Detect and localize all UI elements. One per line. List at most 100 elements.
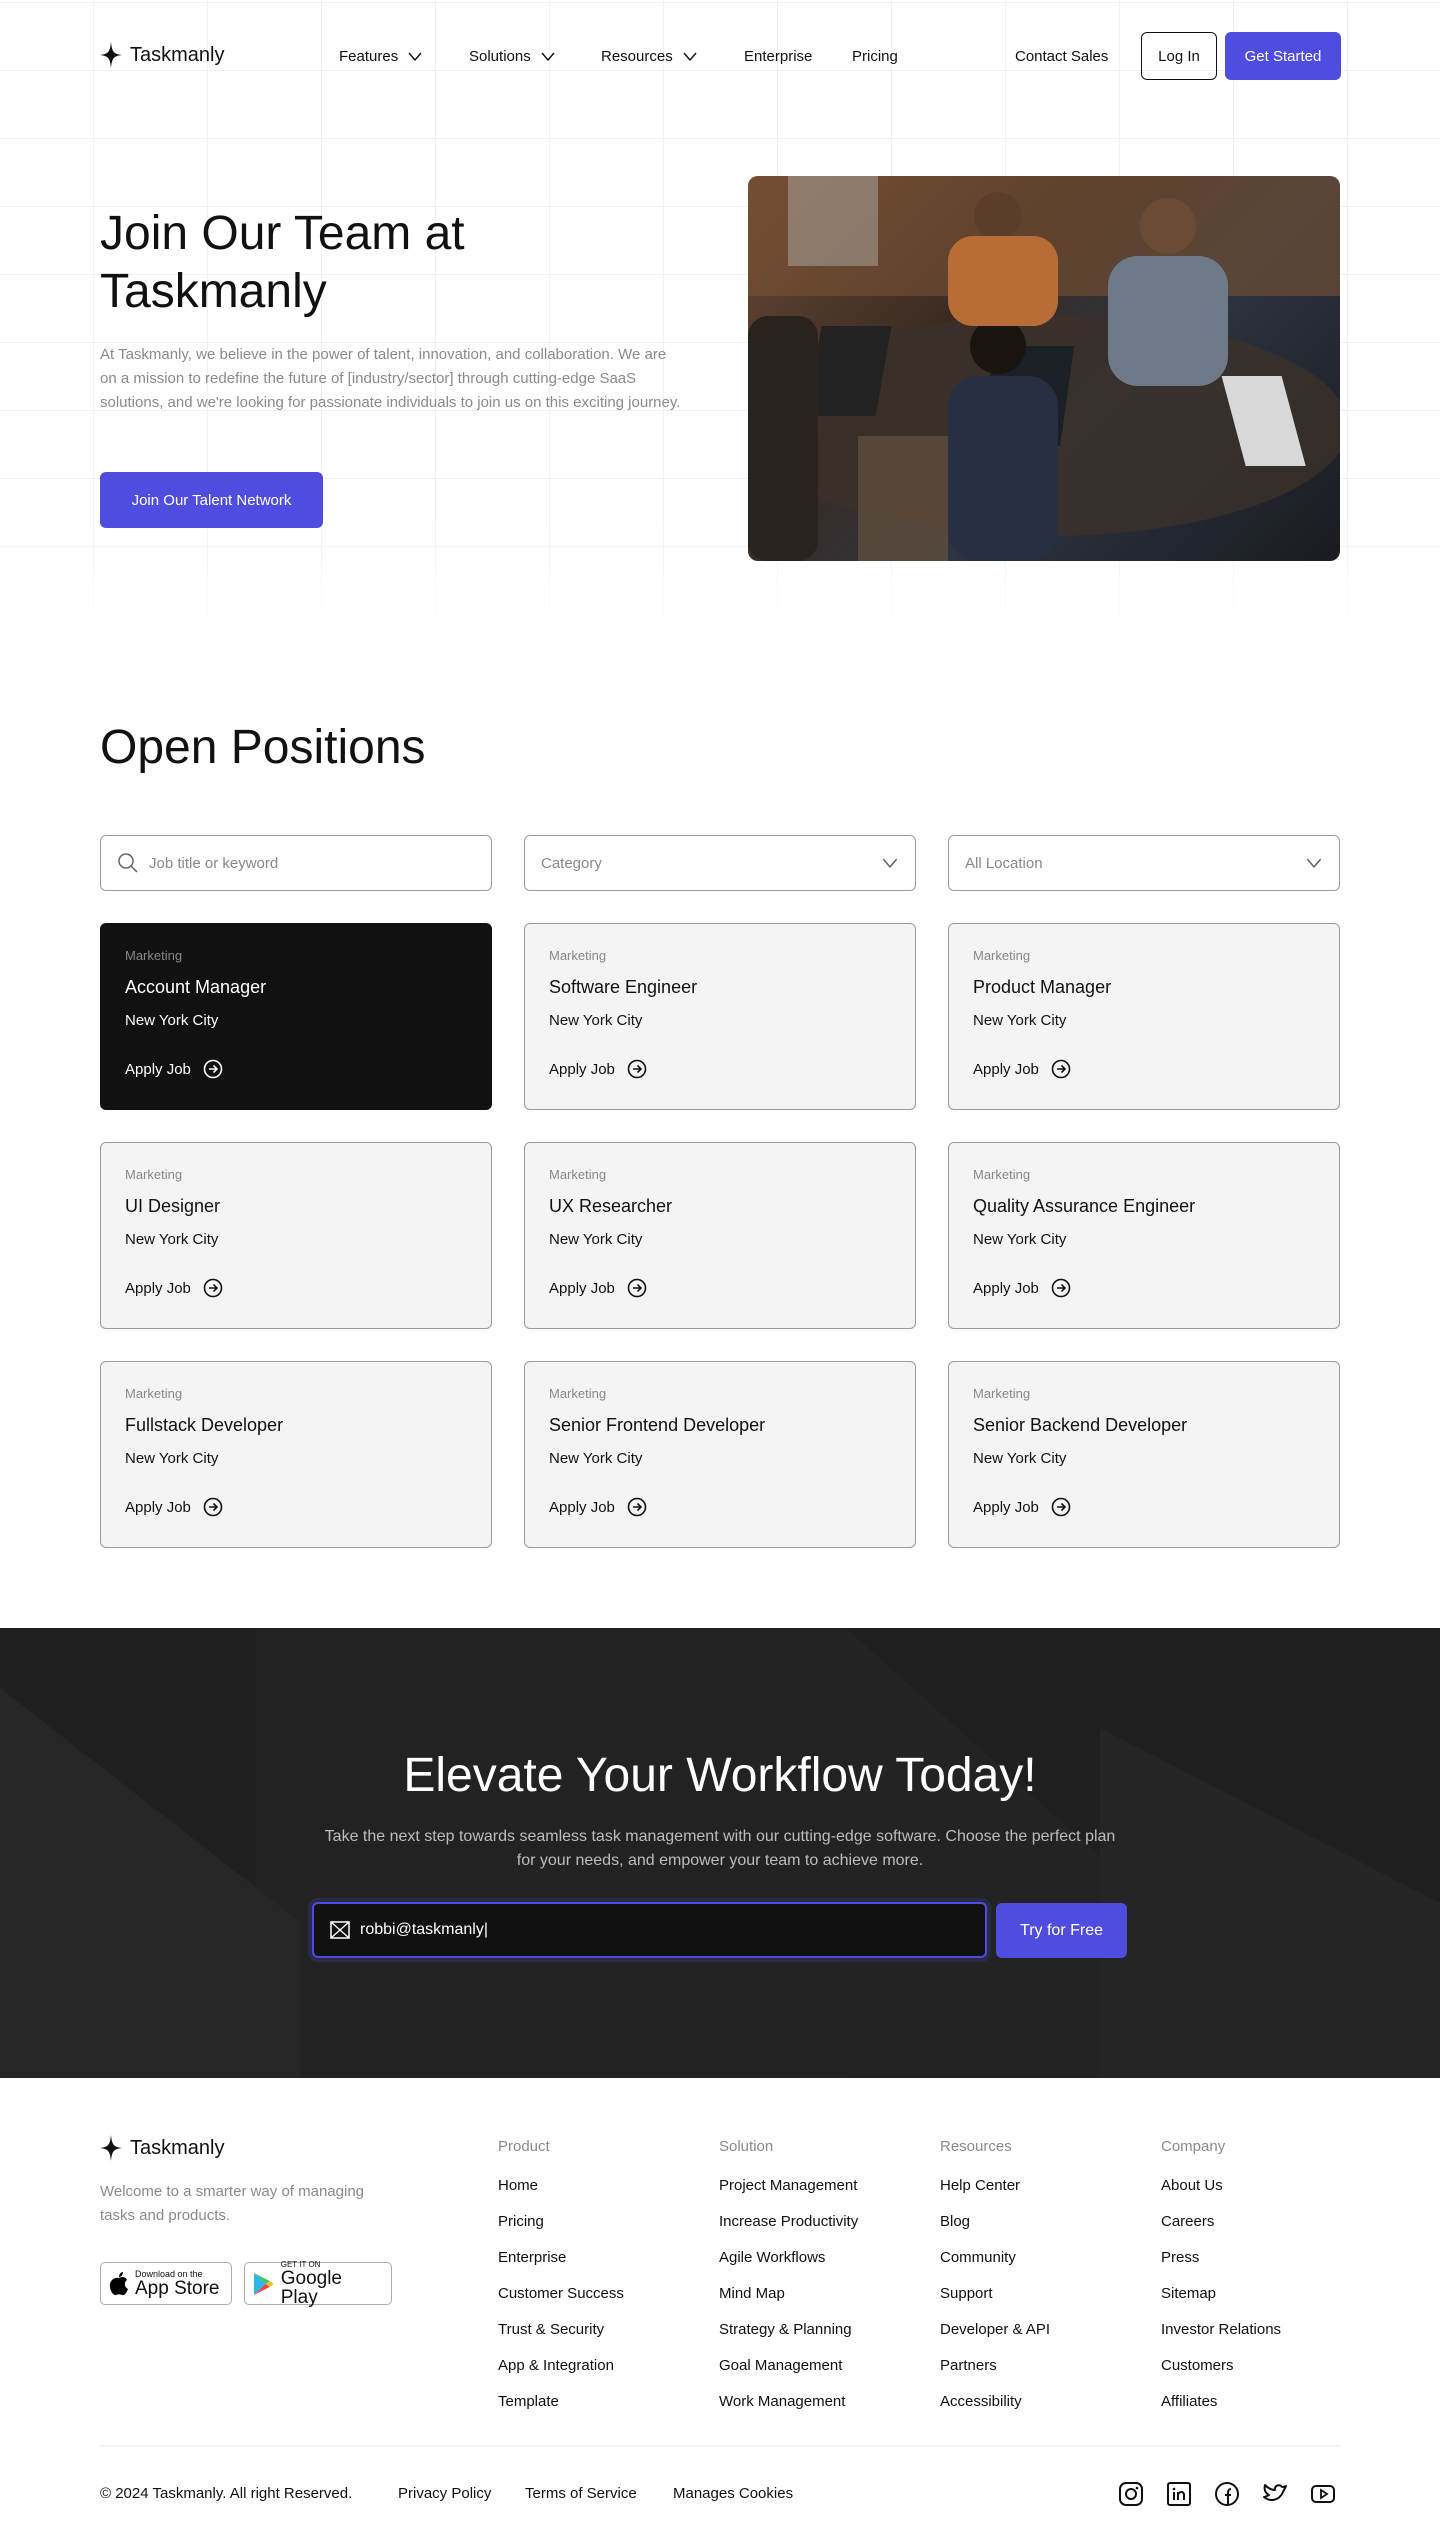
footer-link[interactable]: Sitemap xyxy=(1161,2285,1281,2321)
apply-job-link[interactable]: Apply Job xyxy=(125,1059,467,1079)
cta-section: Elevate Your Workflow Today! Take the ne… xyxy=(0,1628,1440,2078)
search-input[interactable]: Job title or keyword xyxy=(100,835,492,891)
job-card[interactable]: Marketing Software Engineer New York Cit… xyxy=(524,923,916,1110)
footer-link[interactable]: Accessibility xyxy=(940,2393,1050,2429)
apply-job-link[interactable]: Apply Job xyxy=(549,1278,891,1298)
job-card[interactable]: Marketing Senior Backend Developer New Y… xyxy=(948,1361,1340,1548)
apply-job-link[interactable]: Apply Job xyxy=(549,1059,891,1079)
apply-job-link[interactable]: Apply Job xyxy=(973,1497,1315,1517)
job-card[interactable]: Marketing UI Designer New York City Appl… xyxy=(100,1142,492,1329)
facebook-icon[interactable] xyxy=(1214,2481,1240,2507)
get-started-button[interactable]: Get Started xyxy=(1225,32,1341,80)
footer-link[interactable]: Customers xyxy=(1161,2357,1281,2393)
nav-item-label: Resources xyxy=(601,48,673,65)
footer-link[interactable]: Strategy & Planning xyxy=(719,2321,858,2357)
footer-link[interactable]: Developer & API xyxy=(940,2321,1050,2357)
login-button[interactable]: Log In xyxy=(1141,32,1217,80)
job-location: New York City xyxy=(549,1450,643,1467)
footer-link[interactable]: Mind Map xyxy=(719,2285,858,2321)
mail-icon xyxy=(330,1921,350,1939)
footer-link[interactable]: Template xyxy=(498,2393,624,2429)
job-card[interactable]: Marketing UX Researcher New York City Ap… xyxy=(524,1142,916,1329)
job-title: Account Manager xyxy=(125,977,267,997)
footer-link[interactable]: Pricing xyxy=(498,2213,624,2249)
manage-cookies-link[interactable]: Manages Cookies xyxy=(673,2485,793,2502)
footer-link[interactable]: Trust & Security xyxy=(498,2321,624,2357)
contact-sales-link[interactable]: Contact Sales xyxy=(1015,48,1108,65)
footer-link[interactable]: Work Management xyxy=(719,2393,858,2429)
arrow-right-circle-icon xyxy=(627,1278,647,1298)
footer-link[interactable]: Agile Workflows xyxy=(719,2249,858,2285)
footer-link[interactable]: Project Management xyxy=(719,2177,858,2213)
apply-job-link[interactable]: Apply Job xyxy=(973,1059,1315,1079)
youtube-icon[interactable] xyxy=(1310,2481,1336,2507)
join-talent-network-button[interactable]: Join Our Talent Network xyxy=(100,472,323,528)
apply-job-link[interactable]: Apply Job xyxy=(125,1497,467,1517)
nav-item-solutions[interactable]: Solutions xyxy=(469,48,555,65)
privacy-policy-link[interactable]: Privacy Policy xyxy=(398,2485,491,2502)
job-card[interactable]: Marketing Product Manager New York City … xyxy=(948,923,1340,1110)
logo[interactable]: Taskmanly xyxy=(100,42,224,68)
apply-job-label: Apply Job xyxy=(549,1498,615,1516)
footer-column-solution: Solution Project Management Increase Produ… xyxy=(719,2138,858,2429)
footer-logo[interactable]: Taskmanly xyxy=(100,2135,224,2161)
team-photo xyxy=(748,176,1340,561)
nav-item-features[interactable]: Features xyxy=(339,48,422,65)
nav-item-label: Pricing xyxy=(852,48,898,65)
footer-link[interactable]: Affiliates xyxy=(1161,2393,1281,2429)
apply-job-link[interactable]: Apply Job xyxy=(973,1278,1315,1298)
footer-link[interactable]: Blog xyxy=(940,2213,1050,2249)
footer-link[interactable]: Investor Relations xyxy=(1161,2321,1281,2357)
apply-job-link[interactable]: Apply Job xyxy=(549,1497,891,1517)
chevron-down-icon xyxy=(882,858,898,868)
footer-column-heading: Resources xyxy=(940,2138,1012,2155)
job-card[interactable]: Marketing Account Manager New York City … xyxy=(100,923,492,1110)
job-title: Fullstack Developer xyxy=(125,1415,284,1435)
brand-name: Taskmanly xyxy=(130,43,225,66)
category-placeholder: Category xyxy=(541,854,602,872)
nav-item-label: Solutions xyxy=(469,48,531,65)
footer-link[interactable]: Support xyxy=(940,2285,1050,2321)
arrow-right-circle-icon xyxy=(627,1059,647,1079)
location-select[interactable]: All Location xyxy=(948,835,1340,891)
job-card[interactable]: Marketing Quality Assurance Engineer New… xyxy=(948,1142,1340,1329)
google-play-badge[interactable]: GET IT ON Google Play xyxy=(244,2260,392,2307)
footer-link[interactable]: Help Center xyxy=(940,2177,1050,2213)
footer-link[interactable]: Community xyxy=(940,2249,1050,2285)
footer-link[interactable]: Customer Success xyxy=(498,2285,624,2321)
footer-link[interactable]: Partners xyxy=(940,2357,1050,2393)
email-input[interactable]: robbi@taskmanly | xyxy=(312,1902,987,1958)
nav-item-enterprise[interactable]: Enterprise xyxy=(744,48,812,65)
footer-link[interactable]: Enterprise xyxy=(498,2249,624,2285)
app-store-badge[interactable]: Download on the App Store xyxy=(100,2262,232,2305)
job-location: New York City xyxy=(549,1012,643,1029)
footer-divider xyxy=(100,2445,1340,2447)
footer-link[interactable]: App & Integration xyxy=(498,2357,624,2393)
nav-item-resources[interactable]: Resources xyxy=(601,48,697,65)
hero-paragraph: At Taskmanly, we believe in the power of… xyxy=(100,346,681,411)
footer-link[interactable]: Goal Management xyxy=(719,2357,858,2393)
apply-job-link[interactable]: Apply Job xyxy=(125,1278,467,1298)
twitter-icon[interactable] xyxy=(1262,2481,1288,2507)
nav-item-pricing[interactable]: Pricing xyxy=(852,48,898,65)
category-select[interactable]: Category xyxy=(524,835,916,891)
footer-link[interactable]: Home xyxy=(498,2177,624,2213)
job-location: New York City xyxy=(973,1231,1067,1248)
terms-of-service-link[interactable]: Terms of Service xyxy=(525,2485,637,2502)
job-category: Marketing xyxy=(973,1386,1031,1401)
job-card[interactable]: Marketing Senior Frontend Developer New … xyxy=(524,1361,916,1548)
job-category: Marketing xyxy=(973,1167,1031,1182)
cta-title: Elevate Your Workflow Today! xyxy=(403,1749,1037,1802)
footer-link[interactable]: About Us xyxy=(1161,2177,1281,2213)
footer-link[interactable]: Press xyxy=(1161,2249,1281,2285)
footer-link[interactable]: Careers xyxy=(1161,2213,1281,2249)
instagram-icon[interactable] xyxy=(1118,2481,1144,2507)
job-category: Marketing xyxy=(125,1167,183,1182)
linkedin-icon[interactable] xyxy=(1166,2481,1192,2507)
footer-column-product: Product Home Pricing Enterprise Customer Suc… xyxy=(498,2138,624,2429)
try-for-free-button[interactable]: Try for Free xyxy=(996,1903,1127,1958)
job-location: New York City xyxy=(125,1231,219,1248)
apply-job-label: Apply Job xyxy=(973,1498,1039,1516)
job-card[interactable]: Marketing Fullstack Developer New York C… xyxy=(100,1361,492,1548)
footer-link[interactable]: Increase Productivity xyxy=(719,2213,858,2249)
